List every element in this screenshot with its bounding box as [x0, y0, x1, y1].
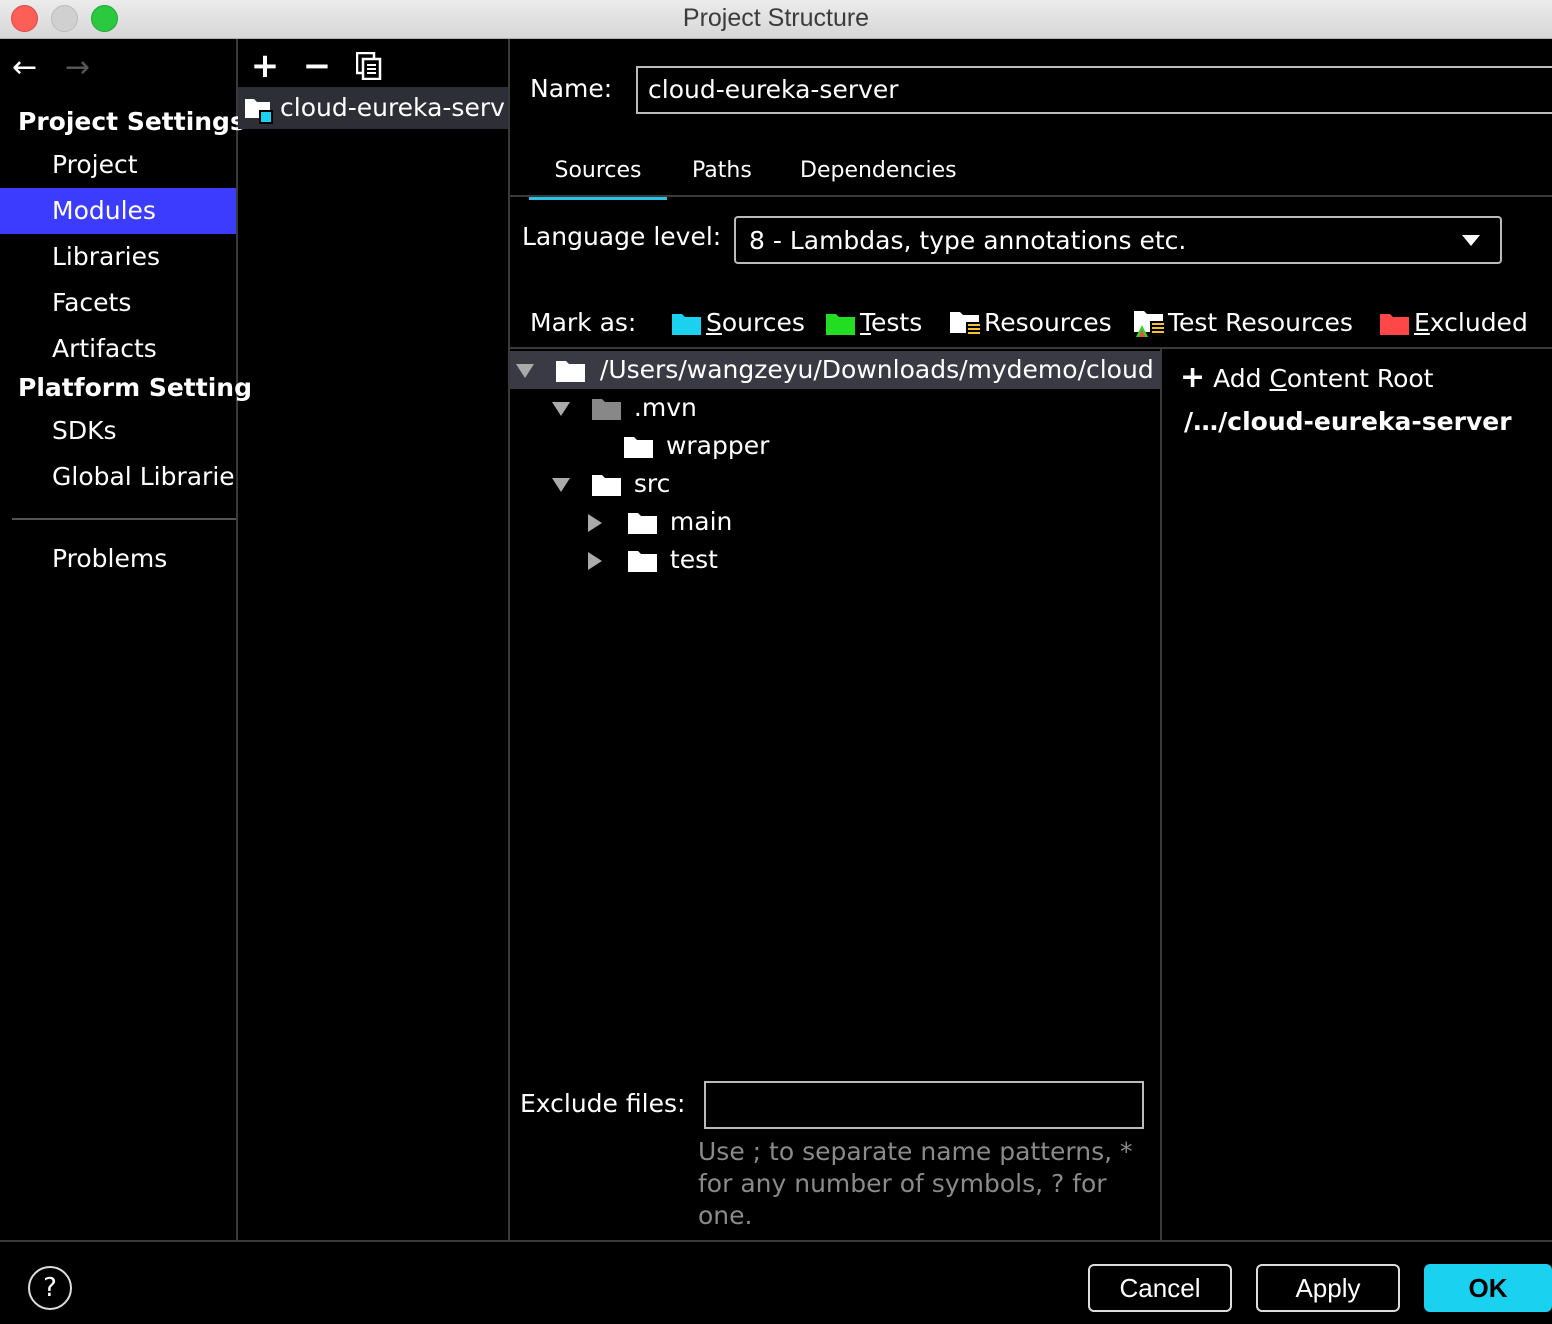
back-arrow-icon[interactable]: ←: [12, 51, 37, 85]
nav-item-problems[interactable]: Problems: [0, 536, 236, 582]
mark-sources-button[interactable]: Sources: [672, 306, 805, 340]
tree-row-src[interactable]: src: [552, 465, 670, 503]
mark-tests-mnemonic: T: [860, 308, 872, 337]
tab-sources[interactable]: Sources: [529, 150, 667, 200]
module-folder-icon: [245, 99, 273, 124]
nav-item-artifacts[interactable]: Artifacts: [0, 326, 236, 372]
ok-button[interactable]: OK: [1424, 1264, 1552, 1312]
forward-arrow-icon[interactable]: →: [65, 51, 90, 85]
nav-item-facets[interactable]: Facets: [0, 280, 236, 326]
settings-sidebar: ← → Project Settings Project Modules Lib…: [0, 39, 252, 1240]
tree-row-wrapper[interactable]: wrapper: [624, 427, 769, 465]
mark-excluded-button[interactable]: Excluded: [1380, 306, 1528, 340]
folder-icon: [591, 475, 621, 496]
language-level-select[interactable]: 8 - Lambdas, type annotations etc.: [734, 216, 1502, 264]
expand-arrow-icon[interactable]: [588, 514, 602, 532]
test-resources-folder-icon: [1134, 311, 1164, 337]
module-list-item[interactable]: cloud-eureka-serv: [238, 87, 508, 129]
help-button[interactable]: ?: [28, 1266, 72, 1310]
plus-icon: +: [1180, 360, 1206, 395]
mark-as-label: Mark as:: [530, 308, 637, 337]
add-content-root-mnemonic: C: [1269, 364, 1287, 393]
chevron-down-icon: [1462, 235, 1480, 246]
tests-folder-icon: [826, 314, 855, 335]
window-title: Project Structure: [682, 4, 870, 32]
content-root-path[interactable]: /…/cloud-eureka-server: [1184, 405, 1512, 439]
tab-divider: [510, 195, 1552, 197]
collapse-arrow-icon[interactable]: [552, 402, 570, 416]
copy-module-button[interactable]: [354, 51, 384, 81]
content-folder-tree: /Users/wangzeyu/Downloads/mydemo/cloud .…: [510, 347, 1162, 1242]
mark-tests-label: ests: [871, 308, 923, 337]
sources-folder-icon: [672, 314, 701, 335]
cancel-button[interactable]: Cancel: [1088, 1264, 1232, 1312]
tree-mvn-label: .mvn: [633, 393, 697, 422]
folder-icon: [624, 437, 653, 458]
nav-item-project[interactable]: Project: [0, 142, 236, 188]
nav-item-modules[interactable]: Modules: [0, 188, 236, 234]
mark-excluded-mnemonic: E: [1414, 308, 1430, 337]
language-level-label: Language level:: [522, 222, 722, 251]
tab-dependencies[interactable]: Dependencies: [800, 150, 957, 195]
remove-module-button[interactable]: −: [302, 46, 332, 86]
folder-icon: [591, 399, 621, 420]
module-list-panel: + − cloud-eureka-serv: [238, 39, 510, 1240]
tree-main-label: main: [669, 507, 733, 536]
mark-test-resources-label: Test Resources: [1168, 308, 1353, 337]
add-content-root-button[interactable]: + Add Content Root: [1180, 361, 1433, 396]
tree-root-label: /Users/wangzeyu/Downloads/mydemo/cloud: [599, 355, 1154, 384]
folder-icon: [555, 361, 585, 382]
mark-test-resources-button[interactable]: Test Resources: [1134, 306, 1353, 340]
add-content-root-label-end: ontent Root: [1286, 364, 1434, 393]
nav-item-libraries[interactable]: Libraries: [0, 234, 236, 280]
tree-src-label: src: [633, 469, 671, 498]
mark-resources-button[interactable]: Resources: [950, 306, 1112, 340]
mark-sources-mnemonic: S: [706, 308, 722, 337]
nav-item-global-libraries[interactable]: Global Librarie: [0, 454, 236, 500]
nav-item-sdks[interactable]: SDKs: [0, 408, 236, 454]
tree-test-label: test: [669, 545, 718, 574]
excluded-folder-icon: [1380, 314, 1409, 335]
resources-folder-icon: [950, 312, 980, 336]
module-name-field[interactable]: cloud-eureka-server: [636, 66, 1552, 114]
name-label: Name:: [530, 74, 613, 103]
tree-row-main[interactable]: main: [588, 503, 732, 541]
add-content-root-label-start: Add: [1213, 364, 1270, 393]
mark-sources-label: ources: [721, 308, 805, 337]
tab-paths[interactable]: Paths: [692, 150, 752, 195]
module-name-label: cloud-eureka-serv: [280, 93, 505, 122]
exclude-files-field[interactable]: [704, 1081, 1144, 1129]
tree-row-mvn[interactable]: .mvn: [552, 389, 697, 427]
exclude-files-label: Exclude files:: [520, 1089, 686, 1118]
expand-arrow-icon[interactable]: [588, 552, 602, 570]
title-bar: Project Structure: [0, 0, 1552, 39]
mark-excluded-label: xcluded: [1429, 308, 1528, 337]
platform-settings-heading: Platform Setting: [18, 373, 252, 402]
project-settings-heading: Project Settings: [18, 107, 245, 136]
sidebar-divider: [12, 518, 236, 520]
copy-icon: [356, 52, 382, 80]
content-root-panel: + Add Content Root /…/cloud-eureka-serve…: [1162, 347, 1552, 1242]
exclude-files-hint: Use ; to separate name patterns, * for a…: [698, 1137, 1133, 1230]
mark-resources-label: Resources: [984, 308, 1112, 337]
folder-icon: [627, 551, 657, 572]
apply-button[interactable]: Apply: [1256, 1264, 1400, 1312]
collapse-arrow-icon[interactable]: [552, 478, 570, 492]
collapse-arrow-icon[interactable]: [516, 364, 534, 378]
tree-wrapper-label: wrapper: [665, 431, 770, 460]
add-module-button[interactable]: +: [250, 46, 280, 86]
mark-tests-button[interactable]: Tests: [826, 306, 922, 340]
language-level-value: 8 - Lambdas, type annotations etc.: [749, 226, 1187, 255]
tree-row-root[interactable]: /Users/wangzeyu/Downloads/mydemo/cloud: [510, 351, 1160, 389]
tree-row-test[interactable]: test: [588, 541, 718, 579]
folder-icon: [627, 513, 657, 534]
